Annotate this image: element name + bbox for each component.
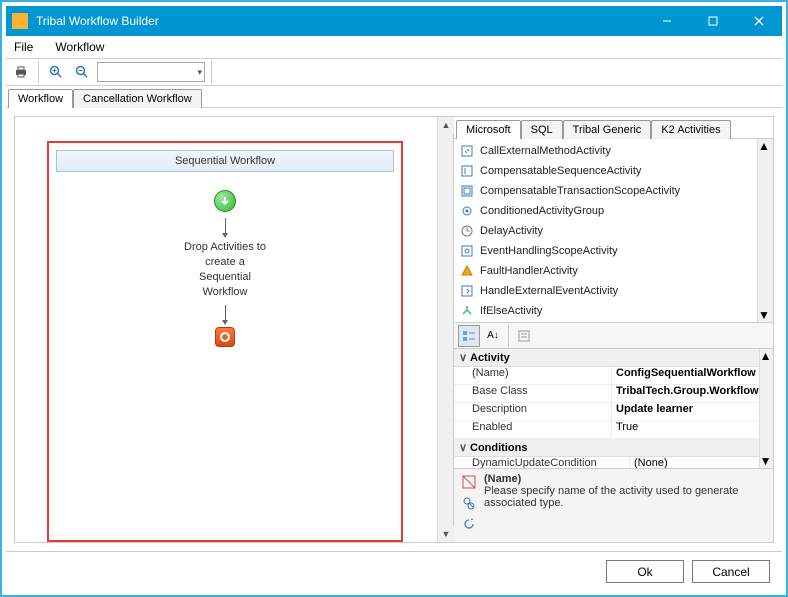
find-icon[interactable] [462, 496, 476, 513]
connector-arrow-icon [225, 218, 226, 234]
prop-dynamic-update-condition[interactable]: DynamicUpdateCondition(None) [454, 457, 759, 468]
designer-canvas[interactable]: Sequential Workflow Drop Activities to c… [15, 117, 437, 542]
toolbox-item[interactable]: CompensatableTransactionScopeActivity [454, 181, 757, 201]
designer-panel: Sequential Workflow Drop Activities to c… [14, 116, 454, 543]
warning-icon [460, 264, 474, 278]
designer-vscrollbar[interactable]: ▲ ▼ [437, 117, 453, 542]
scroll-up-icon[interactable]: ▲ [438, 117, 454, 133]
category-activity[interactable]: ∨Activity [454, 349, 759, 367]
collapse-icon[interactable]: ∨ [456, 351, 470, 364]
menu-file[interactable]: File [10, 38, 37, 56]
property-pages-button[interactable] [513, 325, 535, 347]
toolbox-item[interactable]: ConditionedActivityGroup [454, 201, 757, 221]
prop-base-class[interactable]: Base ClassTribalTech.Group.Workflow [454, 385, 759, 403]
toolbar-separator [38, 61, 39, 83]
zoom-in-button[interactable] [45, 61, 67, 83]
toolbox-item[interactable]: DelayActivity [454, 221, 757, 241]
dialog-footer: Ok Cancel [6, 551, 782, 591]
tab-cancellation-workflow[interactable]: Cancellation Workflow [73, 89, 202, 108]
toolbox-item[interactable]: EventHandlingScopeActivity [454, 241, 757, 261]
prop-name[interactable]: (Name)ConfigSequentialWorkflow [454, 367, 759, 385]
activity-icon [460, 144, 474, 158]
properties-grid: ∨Activity (Name)ConfigSequentialWorkflow… [454, 349, 773, 468]
workflow-header: Sequential Workflow [56, 150, 394, 172]
collapse-icon[interactable]: ∨ [456, 441, 470, 454]
toolbar: ▾ [6, 58, 782, 86]
window-title: Tribal Workflow Builder [36, 14, 644, 28]
menu-workflow[interactable]: Workflow [51, 38, 108, 56]
activity-icon [460, 184, 474, 198]
close-button[interactable] [736, 6, 782, 36]
gear-icon [460, 204, 474, 218]
cancel-button[interactable]: Cancel [692, 560, 770, 583]
tab-tribal-generic[interactable]: Tribal Generic [563, 120, 652, 139]
maximize-button[interactable] [690, 6, 736, 36]
start-node-icon[interactable] [214, 190, 236, 212]
category-conditions[interactable]: ∨Conditions [454, 439, 759, 457]
refresh-icon[interactable] [462, 517, 476, 534]
menubar: File Workflow [6, 36, 782, 58]
ok-button[interactable]: Ok [606, 560, 684, 583]
tab-sql[interactable]: SQL [521, 120, 563, 139]
help-icon[interactable] [462, 475, 476, 492]
properties-toolbar: A↓ [454, 323, 773, 349]
toolbox-item[interactable]: HandleExternalEventActivity [454, 281, 757, 301]
toolbox-item[interactable]: CompensatableSequenceActivity [454, 161, 757, 181]
help-panel: (Name) Please specify name of the activi… [454, 468, 773, 542]
connector-arrow-icon-2 [225, 305, 226, 321]
toolbox-item[interactable]: IfElseActivity [454, 301, 757, 321]
scroll-down-icon[interactable]: ▼ [758, 308, 773, 322]
help-description: Please specify name of the activity used… [484, 485, 767, 509]
scroll-up-icon[interactable]: ▲ [760, 349, 773, 363]
scroll-down-icon[interactable]: ▼ [760, 454, 773, 468]
tab-microsoft[interactable]: Microsoft [456, 120, 521, 139]
activity-icon [460, 284, 474, 298]
tab-k2-activities[interactable]: K2 Activities [651, 120, 730, 139]
workflow-body: Drop Activities to create a Sequential W… [49, 172, 401, 347]
alphabetical-button[interactable]: A↓ [482, 325, 504, 347]
toolbox-vscrollbar[interactable]: ▲ ▼ [757, 139, 773, 322]
toolbox-item[interactable]: FaultHandlerActivity [454, 261, 757, 281]
scroll-up-icon[interactable]: ▲ [758, 139, 773, 153]
zoom-combo[interactable]: ▾ [97, 62, 205, 82]
clock-icon [460, 224, 474, 238]
properties-separator [508, 325, 509, 347]
tab-workflow[interactable]: Workflow [8, 89, 73, 108]
drop-hint: Drop Activities to create a Sequential W… [184, 240, 266, 299]
prop-description[interactable]: DescriptionUpdate learner [454, 403, 759, 421]
activity-icon [460, 164, 474, 178]
right-panel: Microsoft SQL Tribal Generic K2 Activiti… [454, 116, 774, 543]
toolbox-list: CallExternalMethodActivity Compensatable… [454, 139, 773, 323]
scroll-down-icon[interactable]: ▼ [438, 526, 454, 542]
categorized-button[interactable] [458, 325, 480, 347]
properties-vscrollbar[interactable]: ▲ ▼ [759, 349, 773, 468]
branch-icon [460, 304, 474, 318]
minimize-button[interactable] [644, 6, 690, 36]
help-name: (Name) [484, 473, 767, 485]
activity-icon [460, 244, 474, 258]
app-icon [12, 13, 28, 29]
prop-enabled[interactable]: EnabledTrue [454, 421, 759, 439]
titlebar: Tribal Workflow Builder [6, 6, 782, 36]
content-area: Sequential Workflow Drop Activities to c… [6, 108, 782, 551]
workflow-selection[interactable]: Sequential Workflow Drop Activities to c… [47, 141, 403, 542]
zoom-out-button[interactable] [71, 61, 93, 83]
toolbar-separator-2 [211, 61, 212, 83]
toolbox-item[interactable]: CallExternalMethodActivity [454, 141, 757, 161]
end-node-icon[interactable] [215, 327, 235, 347]
print-button[interactable] [10, 61, 32, 83]
main-tabs: Workflow Cancellation Workflow [6, 86, 782, 108]
toolbox-tabs: Microsoft SQL Tribal Generic K2 Activiti… [454, 117, 773, 139]
